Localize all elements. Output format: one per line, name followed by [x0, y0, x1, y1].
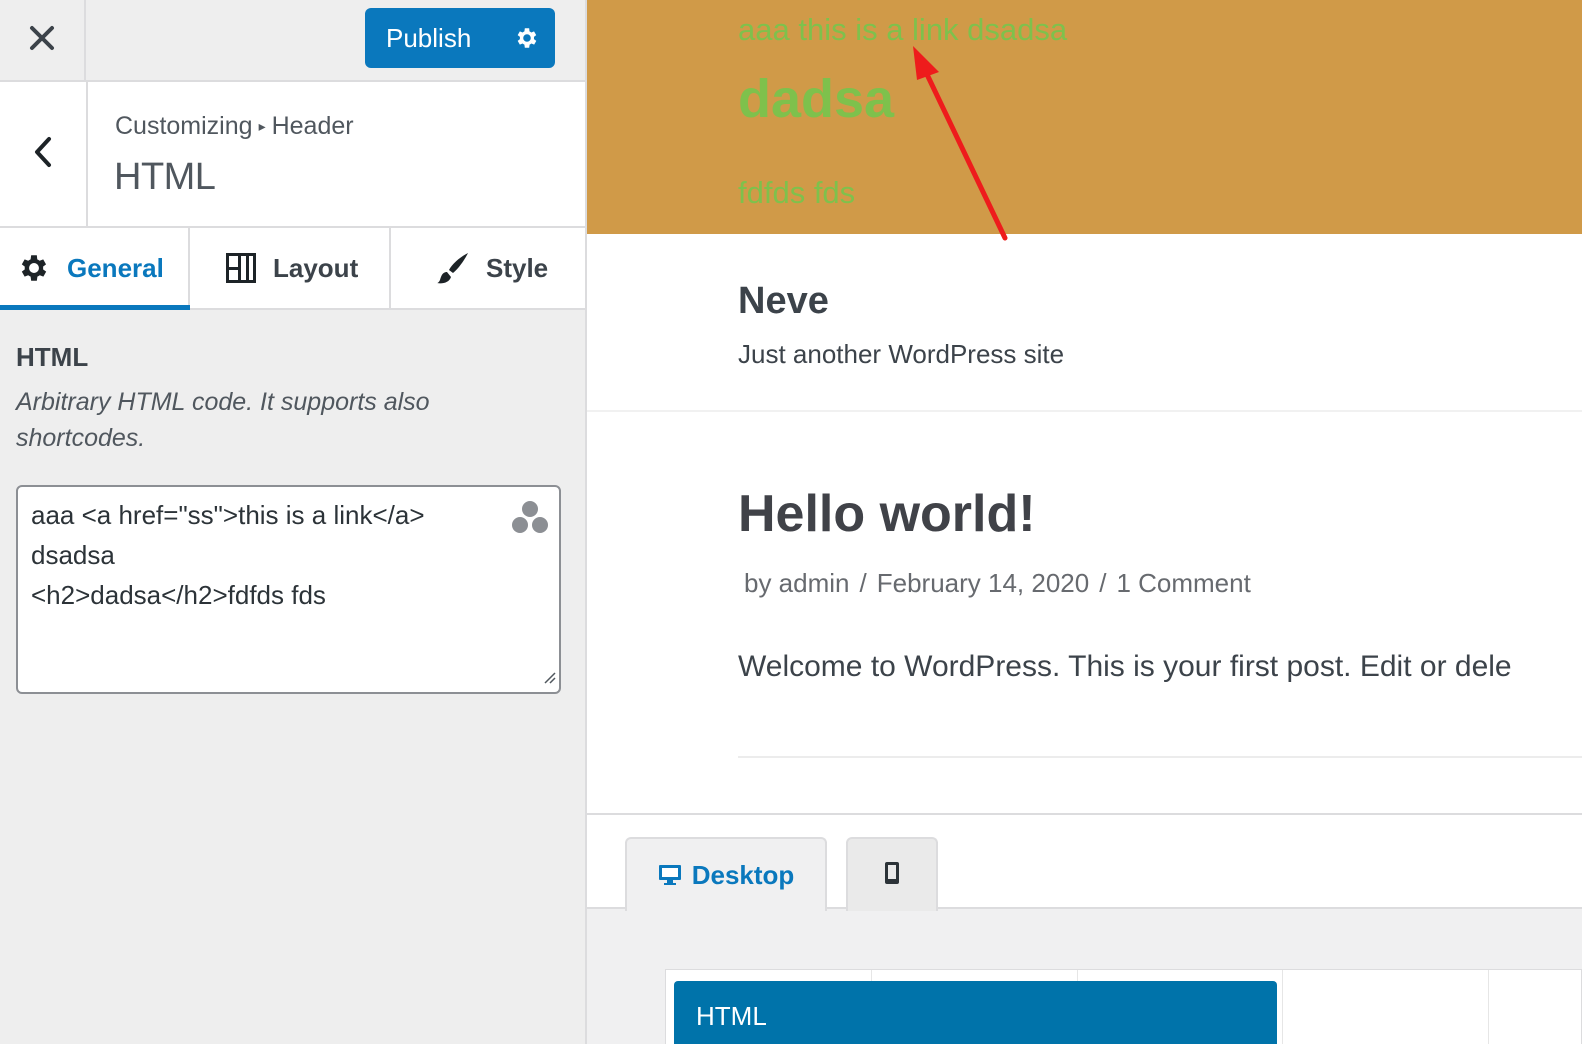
desktop-icon [658, 863, 682, 887]
tab-style[interactable]: Style [393, 228, 585, 308]
resize-handle-icon[interactable] [541, 669, 557, 690]
breadcrumb: Customizing ▸ Header [115, 112, 354, 141]
chevron-left-icon [32, 135, 54, 174]
divider [738, 756, 1582, 758]
header-html-area[interactable]: aaa this is a link dsadsa dadsa fdfds fd… [587, 0, 1582, 241]
meta-separator: / [859, 568, 867, 598]
post-title[interactable]: Hello world! [738, 484, 1036, 544]
back-button[interactable] [0, 82, 88, 226]
post-author[interactable]: by admin [744, 568, 850, 598]
site-branding: Neve Just another WordPress site [587, 234, 1582, 412]
gear-icon[interactable] [514, 25, 540, 56]
red-arrow-annotation [913, 46, 1008, 241]
control-tabs: General Layout Style [0, 228, 585, 310]
builder-column-divider [1488, 970, 1489, 1044]
breadcrumb-current: Header [271, 112, 354, 140]
post-date: February 14, 2020 [876, 568, 1090, 598]
post-meta: by admin / February 14, 2020 / 1 Comment [744, 568, 1251, 599]
mobile-icon [884, 861, 900, 890]
control-description: Arbitrary HTML code. It supports also sh… [16, 388, 430, 452]
publish-label: Publish [386, 22, 472, 53]
close-button[interactable] [0, 0, 86, 80]
breadcrumb-separator: ▸ [258, 118, 266, 134]
tab-mobile[interactable] [846, 837, 938, 911]
tab-desktop[interactable]: Desktop [625, 837, 827, 911]
tab-style-label: Style [486, 252, 549, 283]
section-title: HTML [114, 156, 216, 198]
publish-button[interactable]: Publish [365, 8, 555, 68]
tab-general-label: General [67, 252, 164, 283]
meta-separator: / [1099, 568, 1107, 598]
header-html-line3: fdfds fds [738, 175, 856, 210]
site-tagline: Just another WordPress site [738, 339, 1065, 369]
customizer-header: Publish [0, 0, 585, 82]
close-icon [29, 25, 55, 56]
html-code-value[interactable]: aaa <a href="ss">this is a link</a> dsad… [31, 495, 425, 615]
tab-layout-label: Layout [273, 252, 359, 283]
device-switcher: Desktop [587, 815, 1582, 911]
breadcrumb-root: Customizing [115, 112, 253, 140]
post-excerpt: Welcome to WordPress. This is your first… [738, 650, 1512, 683]
site-preview: aaa this is a link dsadsa dadsa fdfds fd… [587, 0, 1582, 1044]
site-title[interactable]: Neve [738, 280, 829, 323]
control-title: HTML [16, 342, 89, 372]
builder-column-divider [1282, 970, 1283, 1044]
shortcodes-icon[interactable] [511, 499, 549, 540]
brush-icon [436, 251, 470, 285]
html-code-textarea[interactable]: aaa <a href="ss">this is a link</a> dsad… [16, 485, 561, 694]
gear-icon [17, 251, 51, 285]
customizer-sidebar: Publish Customizing ▸ Header HTML General [0, 0, 587, 1044]
header-builder-panel: Desktop HTML [587, 813, 1582, 1044]
section-header: Customizing ▸ Header HTML [0, 82, 585, 228]
html-component-item[interactable]: HTML [674, 981, 1277, 1044]
tab-general[interactable]: General [0, 228, 190, 310]
post-comments[interactable]: 1 Comment [1116, 568, 1250, 598]
header-html-heading: dadsa [738, 69, 895, 129]
tab-layout[interactable]: Layout [192, 228, 391, 308]
layout-icon [225, 252, 257, 284]
tab-desktop-label: Desktop [691, 859, 795, 890]
